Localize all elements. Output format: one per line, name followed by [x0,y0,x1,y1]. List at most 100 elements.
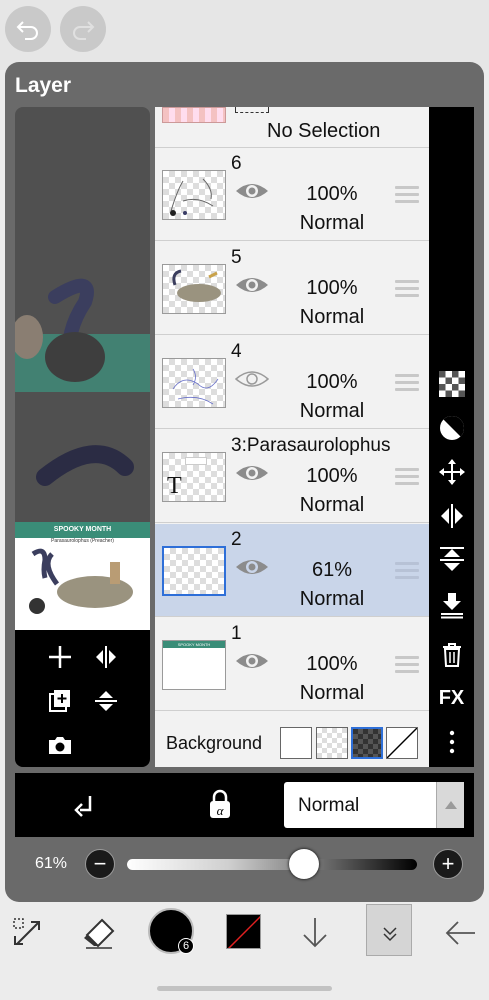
color-picker-button[interactable] [226,914,261,949]
arrow-left-icon [445,921,475,945]
canvas-preview[interactable]: SPOOKY MONTH Parasaurolophus (Preacher) [15,107,150,767]
flip-layer-vertical-button[interactable] [436,545,467,575]
layer-tools-strip: FX [429,107,474,767]
flip-layer-horizontal-button[interactable] [436,501,467,531]
opacity-increase-button[interactable]: + [433,849,463,879]
blend-mode-bar: α Normal [15,773,474,837]
layer-thumbnail [162,264,226,314]
layer-blend-mode: Normal [299,400,365,422]
redo-button[interactable] [60,6,106,52]
layer-name: 1 [231,623,242,644]
redo-icon [73,21,95,40]
collapse-panel-button[interactable] [366,904,412,956]
layer-thumbnail [162,170,226,220]
background-transparent-swatch[interactable] [316,727,348,759]
more-options-button[interactable] [436,727,467,757]
checkerboard-icon [438,371,465,397]
background-label: Background [166,733,263,753]
layer-name: 3:Parasaurolophus [231,435,391,456]
drag-handle-icon[interactable] [395,562,419,579]
eye-icon[interactable] [235,180,269,202]
background-white-swatch[interactable] [280,727,312,759]
eye-icon[interactable] [235,556,269,578]
duplicate-layer-button[interactable] [45,686,75,716]
background-none-swatch[interactable] [386,727,418,759]
transparency-button[interactable] [436,369,467,399]
layer-name: 4 [231,341,242,362]
layer-opacity: 100% [306,371,358,393]
plus-icon [49,646,71,668]
fx-button[interactable]: FX [436,683,467,713]
selection-marquee-icon [235,107,269,113]
opacity-row: 61% − + [15,839,474,889]
layer-thumbnail-header: SPOOKY MONTH [163,641,225,648]
layer-row-6[interactable]: 6 100% Normal [155,148,429,241]
blend-mode-value: Normal [298,795,360,816]
eraser-icon [84,918,115,949]
drag-handle-icon[interactable] [395,280,419,297]
move-icon [438,459,465,485]
drag-handle-icon[interactable] [395,656,419,673]
layer-blend-mode: Normal [299,494,365,516]
merge-down-icon [440,593,463,619]
layer-row-2[interactable]: 2 61% Normal [155,524,429,617]
preview-tools [15,630,150,767]
add-layer-button[interactable] [45,642,75,672]
home-indicator [157,986,332,991]
layer-thumbnail: T [162,452,226,502]
flip-vertical-button[interactable] [91,686,121,716]
flip-horizontal-icon [440,504,463,528]
layer-blend-mode: Normal [299,682,365,704]
panel-title: Layer [15,74,72,97]
brush-size-button[interactable]: 6 [148,908,194,954]
layer-row-3[interactable]: T 3:Parasaurolophus 100% Normal [155,430,429,523]
text-layer-icon: T [167,473,182,499]
layer-row-5[interactable]: 5 100% Normal [155,242,429,335]
eye-hidden-icon[interactable] [235,368,269,390]
eye-icon[interactable] [235,274,269,296]
move-button[interactable] [436,457,467,487]
blend-mode-select[interactable]: Normal [284,782,464,828]
layer-name: 6 [231,153,242,174]
layer-blend-mode: Normal [299,306,365,328]
undo-icon [16,21,38,40]
camera-button[interactable] [45,730,75,760]
background-row: Background [155,720,429,767]
transform-tool-button[interactable] [5,910,51,956]
layer-row-1[interactable]: SPOOKY MONTH 1 100% Normal [155,618,429,711]
layer-opacity: 100% [306,465,358,487]
layer-thumbnail [162,358,226,408]
delete-layer-button[interactable] [436,639,467,669]
opacity-slider-knob[interactable] [288,849,319,879]
eraser-tool-button[interactable] [76,910,122,956]
selection-label: No Selection [267,120,381,142]
transform-icon [13,918,40,945]
preview-thumbnail[interactable]: SPOOKY MONTH Parasaurolophus (Preacher) [15,522,150,630]
eye-icon[interactable] [235,462,269,484]
layer-panel: Layer SPOOKY MONTH Parasaurolophus (Prea… [5,62,484,902]
thumbnail-dino [29,548,133,614]
merge-down-button[interactable] [436,590,467,620]
layer-list[interactable]: No Selection 6 100% Normal 5 100% Normal [155,107,429,767]
undo-button[interactable] [5,6,51,52]
eye-icon[interactable] [235,650,269,672]
flip-horizontal-icon [96,646,116,668]
back-button[interactable] [437,910,483,956]
more-vertical-icon [449,730,454,754]
layer-row-selection[interactable]: No Selection [155,107,429,148]
download-button[interactable] [292,910,338,956]
clipping-button[interactable] [436,413,467,443]
drag-handle-icon[interactable] [395,186,419,203]
drag-handle-icon[interactable] [395,374,419,391]
layer-row-4[interactable]: 4 100% Normal [155,336,429,429]
opacity-label: 61% [35,855,68,872]
drag-handle-icon[interactable] [395,468,419,485]
flip-horizontal-button[interactable] [91,642,121,672]
clip-to-below-icon[interactable] [70,788,104,822]
opacity-decrease-button[interactable]: − [85,849,115,879]
layer-name: 5 [231,247,242,268]
layer-blend-mode: Normal [299,588,365,610]
opacity-slider-track[interactable] [127,859,417,870]
alpha-lock-icon[interactable]: α [203,788,237,822]
background-dark-swatch[interactable] [351,727,383,759]
